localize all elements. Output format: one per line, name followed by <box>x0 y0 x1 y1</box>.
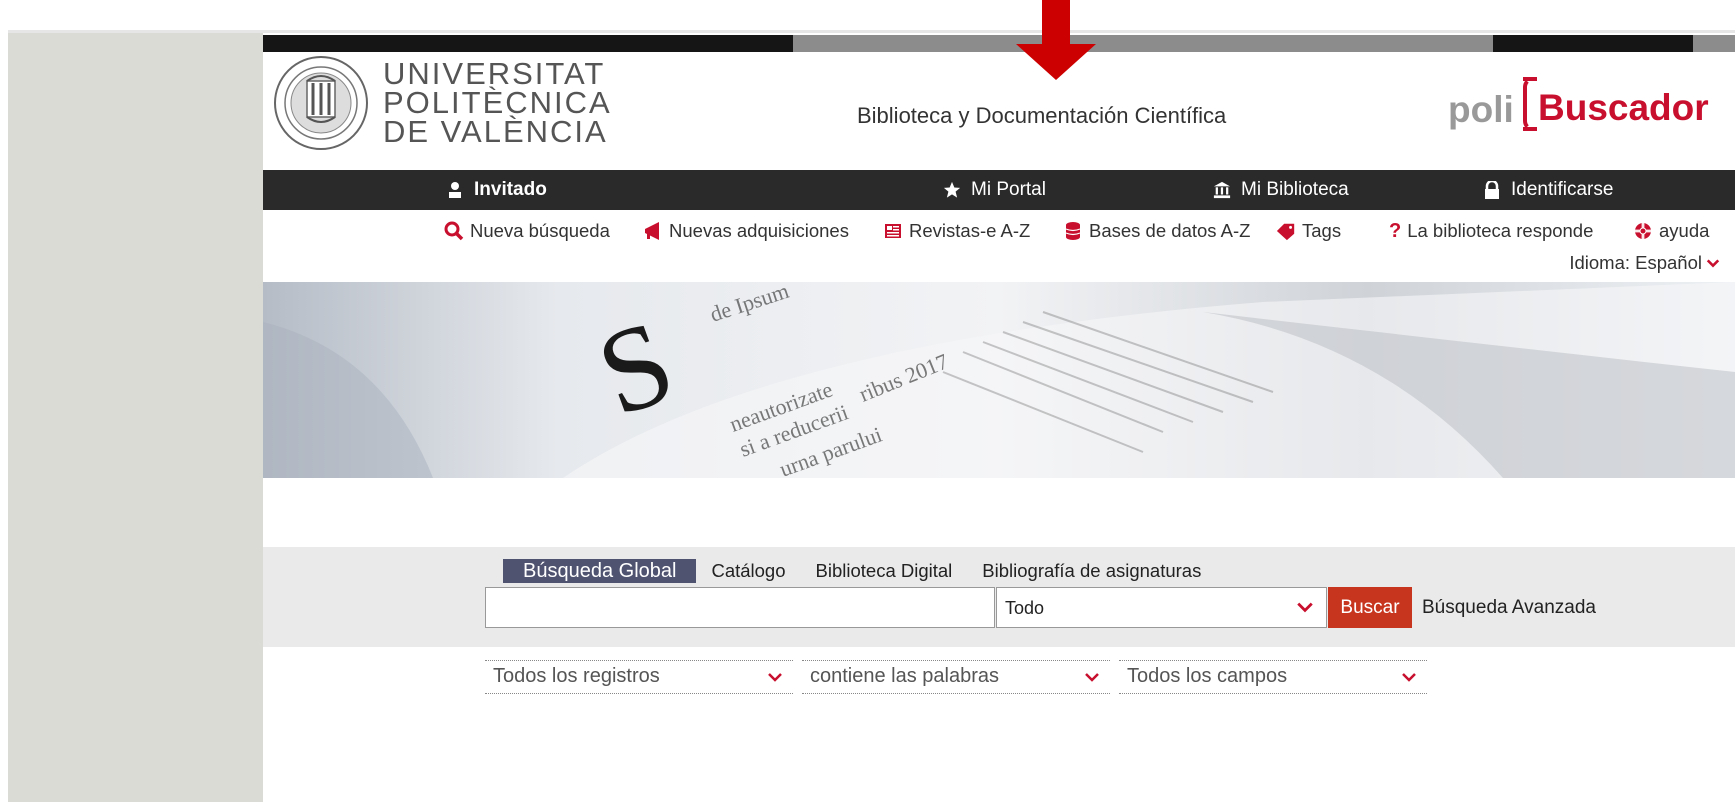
megaphone-icon <box>645 222 659 240</box>
advanced-search-link[interactable]: Búsqueda Avanzada <box>1422 597 1596 619</box>
newspaper-icon <box>885 224 901 238</box>
nav-library-label: Mi Biblioteca <box>1241 179 1349 200</box>
scope-select[interactable]: Todo <box>996 587 1327 628</box>
chevron-down-icon <box>1706 259 1720 268</box>
hero-banner: S de Ipsum neautorizate si a reducerii u… <box>263 282 1735 478</box>
lock-icon <box>1485 181 1499 199</box>
filter-operator-select[interactable]: contiene las palabras <box>802 660 1110 694</box>
search-button[interactable]: Buscar <box>1328 587 1412 628</box>
databases-label: Bases de datos A-Z <box>1089 220 1251 241</box>
site-title: Biblioteca y Documentación Científica <box>857 103 1227 128</box>
chevron-down-icon <box>768 673 782 682</box>
scope-value: Todo <box>1005 598 1045 618</box>
search-panel: Búsqueda Global Catálogo Biblioteca Digi… <box>263 547 1735 647</box>
search-filters: Todos los registros contiene las palabra… <box>485 660 1427 694</box>
database-icon <box>1065 222 1081 240</box>
tab-bibliografia-asignaturas[interactable]: Bibliografía de asignaturas <box>967 559 1216 583</box>
link-nuevas-adquisiciones[interactable]: Nuevas adquisiciones <box>643 216 849 246</box>
tab-biblioteca-digital[interactable]: Biblioteca Digital <box>801 559 968 583</box>
chevron-down-icon <box>1402 673 1416 682</box>
nav-user-label: Invitado <box>474 179 547 200</box>
search-icon <box>444 221 464 241</box>
main-content: UNIVERSITAT POLITÈCNICA DE VALÈNCIA Bibl… <box>263 0 1735 802</box>
nav-user[interactable]: Invitado <box>446 170 547 210</box>
nav-portal-label: Mi Portal <box>971 179 1046 200</box>
new-acquisitions-label: Nuevas adquisiciones <box>669 220 849 241</box>
red-arrow-annotation <box>1016 0 1096 80</box>
quick-links-toolbar: Nueva búsqueda Nuevas adquisiciones Revi… <box>263 216 1735 246</box>
chevron-down-icon <box>1085 673 1099 682</box>
star-icon <box>943 181 961 198</box>
ejournals-label: Revistas-e A-Z <box>909 220 1031 241</box>
color-bar-segment <box>793 35 1493 52</box>
language-selector[interactable]: Idioma: Español <box>1569 252 1720 274</box>
language-label: Idioma: Español <box>1569 252 1702 273</box>
question-icon: ? <box>1389 220 1402 242</box>
user-icon <box>449 182 461 198</box>
color-bar-segment <box>1493 35 1693 52</box>
link-nueva-busqueda[interactable]: Nueva búsqueda <box>444 216 610 246</box>
left-gutter <box>0 0 8 802</box>
filter-records-value: Todos los registros <box>493 665 660 687</box>
wordmark-line: DE VALÈNCIA <box>383 114 608 149</box>
tab-busqueda-global[interactable]: Búsqueda Global <box>503 559 697 583</box>
link-revistas-e[interactable]: Revistas-e A-Z <box>883 216 1030 246</box>
university-seal-logo <box>274 56 368 150</box>
color-bar-segment <box>1693 35 1735 52</box>
help-label: ayuda <box>1659 220 1710 241</box>
nav-login-label: Identificarse <box>1511 179 1614 200</box>
filter-records-select[interactable]: Todos los registros <box>485 660 793 694</box>
link-bases-de-datos[interactable]: Bases de datos A-Z <box>1063 216 1250 246</box>
bank-icon <box>1213 181 1231 199</box>
newspaper-banner-image: S de Ipsum neautorizate si a reducerii u… <box>263 282 1735 478</box>
tab-catalogo[interactable]: Catálogo <box>696 559 800 583</box>
top-navbar: Invitado Mi Portal Mi Biblioteca Identif… <box>263 170 1735 210</box>
tag-icon <box>1276 223 1295 241</box>
wordmark-line: UNIVERSITAT <box>383 56 606 91</box>
link-tags[interactable]: Tags <box>1276 216 1341 246</box>
chevron-down-icon <box>1297 602 1313 613</box>
nav-mi-portal[interactable]: Mi Portal <box>943 170 1046 210</box>
filter-operator-value: contiene las palabras <box>810 665 1000 687</box>
link-ayuda[interactable]: ayuda <box>1633 216 1709 246</box>
nav-identificarse[interactable]: Identificarse <box>1483 170 1613 210</box>
lifebuoy-icon <box>1634 222 1652 240</box>
left-sidebar <box>8 33 263 802</box>
tags-label: Tags <box>1302 220 1342 241</box>
brand-prefix: poli <box>1448 89 1514 130</box>
nav-mi-biblioteca[interactable]: Mi Biblioteca <box>1213 170 1349 210</box>
search-input[interactable] <box>485 587 995 628</box>
link-la-biblioteca-responde[interactable]: ? La biblioteca responde <box>1389 216 1593 246</box>
ask-library-label: La biblioteca responde <box>1407 220 1594 241</box>
new-search-label: Nueva búsqueda <box>470 220 610 241</box>
filter-fields-value: Todos los campos <box>1127 665 1288 687</box>
university-wordmark: UNIVERSITAT POLITÈCNICA DE VALÈNCIA <box>383 56 612 149</box>
search-tabs: Búsqueda Global Catálogo Biblioteca Digi… <box>503 559 1216 583</box>
brand-word: Buscador <box>1538 87 1709 128</box>
wordmark-line: POLITÈCNICA <box>383 85 612 120</box>
filter-fields-select[interactable]: Todos los campos <box>1119 660 1427 694</box>
browser-top-strip <box>0 0 1735 30</box>
color-bar-segment <box>263 35 793 52</box>
